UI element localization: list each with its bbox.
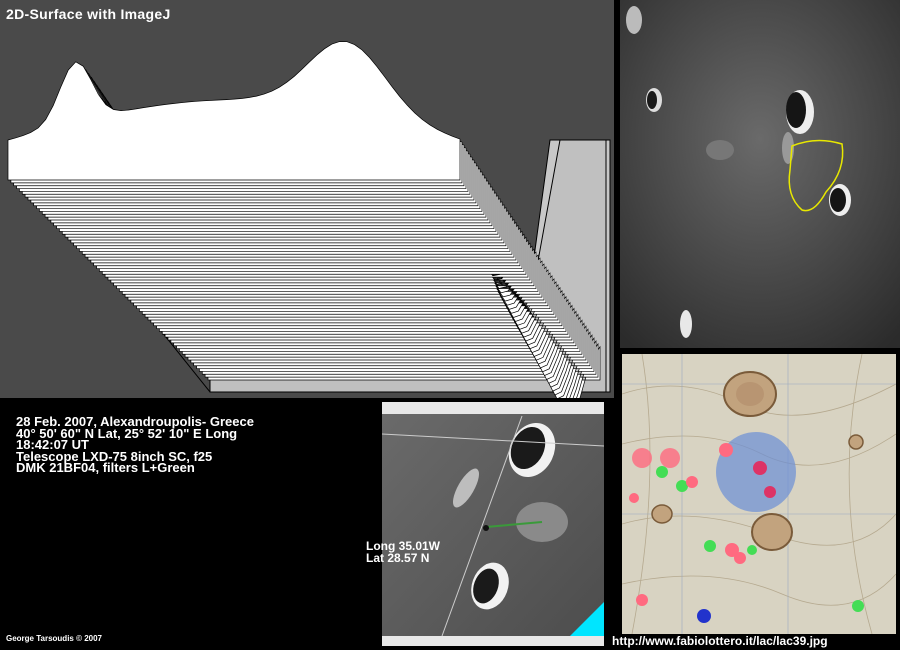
observation-info: 28 Feb. 2007, Alexandroupolis- Greece 40… (16, 415, 254, 475)
software-screenshot-graphic (382, 402, 604, 646)
surface-plot-graphic (7, 41, 611, 398)
latitude-readout: Lat 28.57 N (366, 551, 430, 565)
crater-image-graphic (620, 0, 900, 348)
software-screenshot (382, 402, 604, 646)
author-credit: George Tarsoudis © 2007 (6, 634, 103, 643)
crater-telescope-image (620, 0, 900, 348)
surface-plot-title: 2D-Surface with ImageJ (6, 6, 171, 22)
lunar-map-graphic (622, 354, 896, 634)
surface-plot-panel: 2D-Surface with ImageJ (0, 0, 614, 398)
observation-camera: DMK 21BF04, filters L+Green (16, 460, 195, 475)
source-url: http://www.fabiolottero.it/lac/lac39.jpg (612, 634, 828, 648)
lunar-topographic-map (622, 354, 896, 634)
coordinate-readout: Long 35.01W Lat 28.57 N (366, 540, 440, 564)
